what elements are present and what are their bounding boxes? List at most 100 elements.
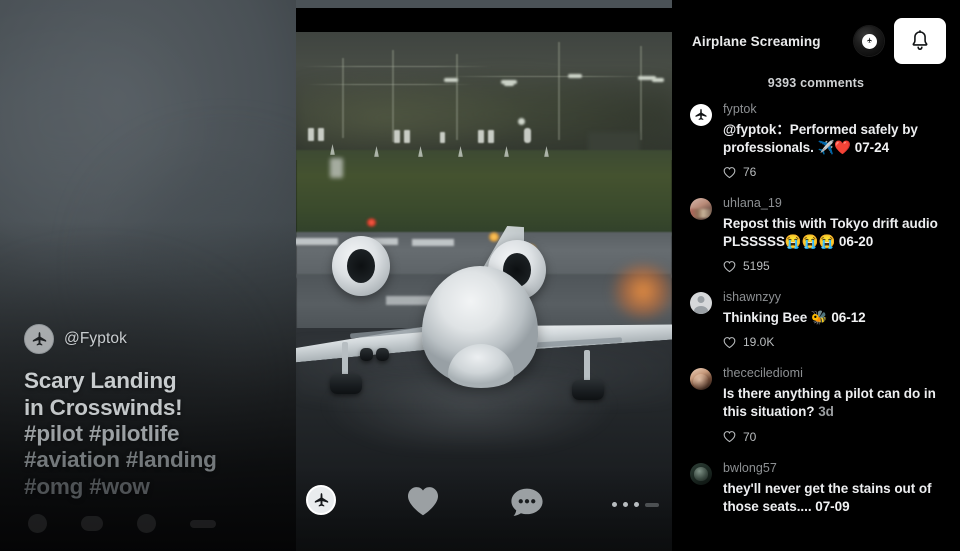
- comment-text: Is there anything a pilot can do in this…: [723, 385, 948, 421]
- video-player[interactable]: [296, 0, 672, 551]
- faded-icon: [190, 519, 216, 528]
- more-dot: [623, 502, 628, 507]
- faded-icon: [81, 516, 103, 531]
- blurred-backdrop: @Fyptok Scary Landing in Crosswinds! #pi…: [0, 0, 296, 551]
- scene-wire: [306, 84, 474, 85]
- comment-like-count: 76: [743, 165, 757, 180]
- comment-body: uhlana_19 Repost this with Tokyo drift a…: [723, 196, 948, 273]
- comment-text: @fyptok：Performed safely by professional…: [723, 121, 948, 157]
- scene-wire: [446, 76, 646, 77]
- comment-date: 06-12: [831, 310, 866, 326]
- comment-like-count: 19.0K: [743, 335, 775, 350]
- more-dot: [634, 502, 639, 507]
- comment-bubble-icon[interactable]: [510, 487, 544, 517]
- scene-aircraft: [296, 226, 672, 468]
- avatar[interactable]: [690, 198, 712, 221]
- faded-icon: [28, 514, 47, 533]
- caption-line: #pilot #pilotlife: [24, 421, 180, 447]
- scene-pole: [640, 46, 642, 140]
- scene-runway-light: [366, 218, 377, 227]
- comment-username[interactable]: thececilediomi: [723, 366, 948, 381]
- scene-lamp: [504, 82, 514, 86]
- comment-text-content: Thinking Bee 🐝: [723, 310, 828, 326]
- caption-text: Scary Landing in Crosswinds! #pilot #pil…: [24, 368, 296, 500]
- faded-icon: [137, 514, 156, 533]
- avatar[interactable]: [690, 292, 712, 315]
- comment-like-row[interactable]: 76: [723, 165, 948, 179]
- avatar[interactable]: [690, 104, 712, 126]
- comment-item[interactable]: thececilediomi Is there anything a pilot…: [690, 366, 948, 444]
- faded-action-icons: [24, 514, 296, 533]
- comment-date: 06-20: [838, 234, 874, 250]
- comment-username[interactable]: fyptok: [723, 102, 948, 117]
- comment-username[interactable]: ishawnzyy: [723, 290, 948, 305]
- sound-title[interactable]: Airplane Screaming: [692, 34, 844, 49]
- landing-gear-strut: [342, 342, 348, 378]
- comment-body: fyptok @fyptok：Performed safely by profe…: [723, 102, 948, 179]
- scene-pole: [342, 58, 344, 138]
- jet-icon: [24, 324, 54, 355]
- landing-gear-bogie: [572, 380, 604, 400]
- scene-marker: [308, 128, 314, 141]
- comment-item[interactable]: fyptok @fyptok：Performed safely by profe…: [690, 102, 948, 179]
- scene-marker: [488, 130, 494, 143]
- overlay-author[interactable]: @Fyptok: [24, 324, 296, 355]
- scene-lamp: [444, 78, 458, 82]
- comments-panel: Airplane Screaming 9393 comments fyptok …: [672, 0, 960, 551]
- music-disc-icon[interactable]: [854, 26, 884, 56]
- video-frame: [296, 0, 672, 551]
- scene-lamp: [652, 78, 664, 82]
- comment-like-row[interactable]: 19.0K: [723, 335, 948, 349]
- bell-icon[interactable]: [894, 18, 946, 64]
- avatar[interactable]: [690, 368, 712, 391]
- scene-marker: [440, 132, 445, 143]
- avatar[interactable]: [690, 462, 712, 485]
- comment-item[interactable]: bwlong57 they'll never get the stains ou…: [690, 461, 948, 516]
- scene-pole: [558, 42, 560, 140]
- scene-lamp: [518, 118, 525, 125]
- landing-gear-strut: [584, 350, 590, 384]
- comment-username[interactable]: uhlana_19: [723, 196, 948, 211]
- video-caption-overlay: @Fyptok Scary Landing in Crosswinds! #pi…: [0, 324, 296, 551]
- video-player-app: @Fyptok Scary Landing in Crosswinds! #pi…: [0, 0, 960, 551]
- comment-body: bwlong57 they'll never get the stains ou…: [723, 461, 948, 516]
- scene-pole: [392, 50, 394, 142]
- comment-text: Repost this with Tokyo drift audio PLSSS…: [723, 215, 948, 251]
- comment-body: ishawnzyy Thinking Bee 🐝 06-12 19.0K: [723, 290, 948, 349]
- scene-grass: [296, 150, 672, 236]
- comment-date: 07-24: [854, 140, 890, 156]
- comment-text-content: Repost this with Tokyo drift audio PLSSS…: [723, 216, 938, 250]
- scene-marker: [318, 128, 324, 141]
- heart-icon[interactable]: [406, 485, 440, 517]
- caption-line: Scary Landing: [24, 368, 177, 394]
- more-dots-icon[interactable]: [612, 502, 659, 507]
- landing-gear-bogie: [330, 374, 362, 394]
- scene-box: [330, 158, 343, 178]
- caption-line: #aviation #landing: [24, 447, 217, 473]
- landing-gear-bogie: [360, 348, 373, 361]
- scene-wire: [302, 66, 492, 67]
- landing-gear-bogie: [376, 348, 389, 361]
- engine-intake: [347, 249, 375, 283]
- comment-username[interactable]: bwlong57: [723, 461, 948, 476]
- comments-header: Airplane Screaming: [672, 0, 960, 82]
- more-dot: [612, 502, 617, 507]
- comment-item[interactable]: uhlana_19 Repost this with Tokyo drift a…: [690, 196, 948, 273]
- comment-like-row[interactable]: 70: [723, 430, 948, 444]
- scene-marker: [404, 130, 410, 143]
- comment-list: fyptok @fyptok：Performed safely by profe…: [672, 102, 960, 516]
- comment-body: thececilediomi Is there anything a pilot…: [723, 366, 948, 443]
- comment-date: 07-09: [815, 498, 850, 514]
- caption-line: in Crosswinds!: [24, 394, 183, 420]
- caption-line: #omg #wow: [24, 473, 150, 499]
- scene-marker: [394, 130, 400, 143]
- comment-item[interactable]: ishawnzyy Thinking Bee 🐝 06-12 19.0K: [690, 290, 948, 349]
- comment-like-count: 70: [743, 429, 757, 444]
- scene-marker: [524, 128, 531, 143]
- aircraft-engine-left: [332, 236, 390, 296]
- scene-lamp: [568, 74, 582, 78]
- comment-text: Thinking Bee 🐝 06-12: [723, 309, 948, 327]
- comment-like-count: 5195: [743, 259, 770, 274]
- jet-avatar-icon[interactable]: [306, 485, 336, 515]
- comment-like-row[interactable]: 5195: [723, 259, 948, 273]
